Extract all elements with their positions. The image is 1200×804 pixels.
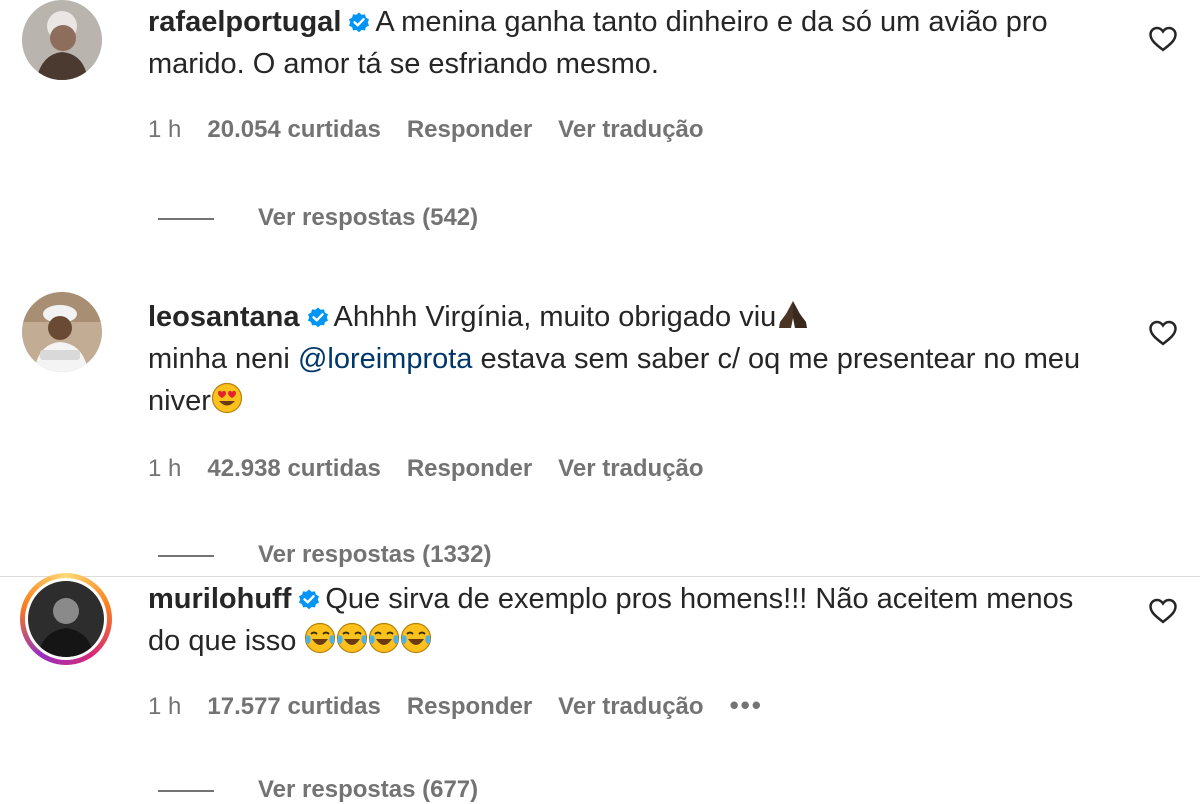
likes-count[interactable]: 42.938 curtidas [207,455,380,482]
heart-outline-icon[interactable] [1148,24,1178,52]
comment-time[interactable]: 1 h [148,693,181,720]
replies-divider [158,789,214,792]
comment-time[interactable]: 1 h [148,116,181,143]
comment-username[interactable]: murilohuff [148,583,291,615]
translate-button[interactable]: Ver tradução [558,693,703,720]
more-options-button[interactable]: ••• [730,690,763,720]
view-replies-label: Ver respostas (1332) [258,541,492,568]
reply-button[interactable]: Responder [407,693,532,720]
replies-divider [158,554,214,557]
likes-count[interactable]: 17.577 curtidas [207,693,380,720]
comment-text: Ahhhh Virgínia, muito obrigado viu [333,301,777,333]
heart-outline-icon[interactable] [1148,318,1178,346]
comment-meta: 1 h 17.577 curtidas Responder Ver tradução •… [148,690,789,721]
comment-body: leosantana Ahhhh Virgínia, muito obrigado… [148,296,1108,422]
tears-of-joy-emoji [305,622,336,654]
avatar[interactable] [22,0,102,80]
view-replies-button[interactable]: Ver respostas (1332) [158,541,491,569]
view-replies-label: Ver respostas (677) [258,776,479,803]
tears-of-joy-emoji [401,622,432,654]
replies-divider [158,217,214,220]
section-divider [0,576,1200,577]
comment-body: murilohuff Que sirva de exemplo pros home… [148,578,1108,662]
translate-button[interactable]: Ver tradução [558,116,703,143]
comment-username[interactable]: leosantana [148,301,300,333]
comment-time[interactable]: 1 h [148,455,181,482]
tears-of-joy-emoji-group [304,622,432,657]
mention-link[interactable]: @loreimprota [298,343,473,375]
view-replies-label: Ver respostas (542) [258,204,479,231]
reply-button[interactable]: Responder [407,116,532,143]
verified-badge-icon [307,307,328,328]
comment-meta: 1 h 42.938 curtidas Responder Ver tradução [148,455,730,483]
folded-hands-emoji [779,301,808,328]
view-replies-button[interactable]: Ver respostas (542) [158,204,478,232]
avatar[interactable] [22,292,102,372]
avatar-story-ring[interactable] [20,573,112,665]
comment-text: minha neni [148,343,290,375]
tears-of-joy-emoji [337,622,368,654]
comment-meta: 1 h 20.054 curtidas Responder Ver tradução [148,116,730,144]
reply-button[interactable]: Responder [407,455,532,482]
likes-count[interactable]: 20.054 curtidas [207,116,380,143]
heart-outline-icon[interactable] [1148,596,1178,624]
heart-eyes-emoji [211,382,242,414]
comment-body: rafaelportugal A menina ganha tanto dinhe… [148,1,1108,85]
translate-button[interactable]: Ver tradução [558,455,703,482]
verified-badge-icon [299,589,320,610]
verified-badge-icon [349,12,370,33]
tears-of-joy-emoji [369,622,400,654]
comment-username[interactable]: rafaelportugal [148,6,341,38]
